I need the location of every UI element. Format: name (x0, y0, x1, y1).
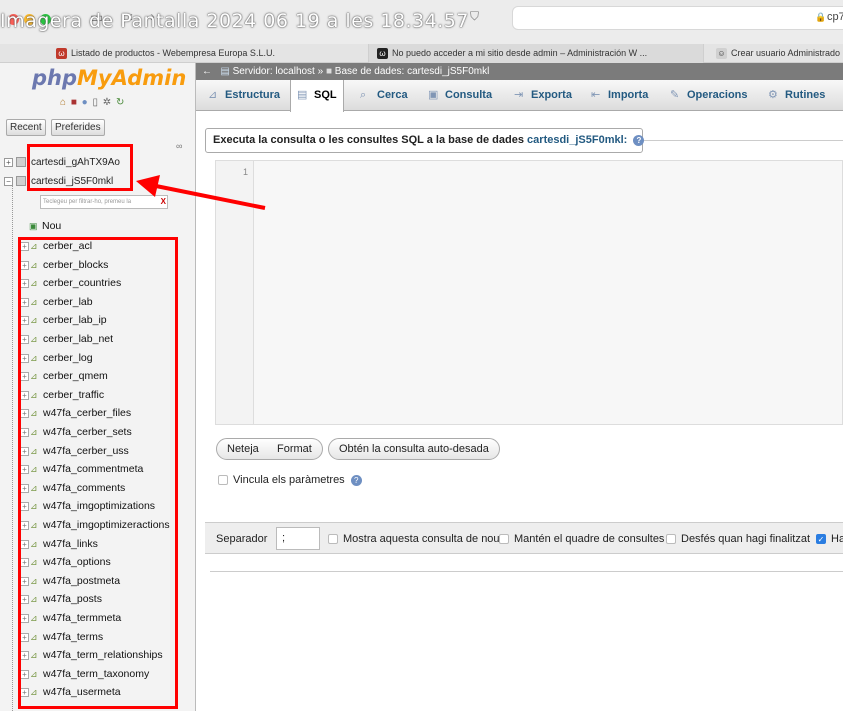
annotation-arrow-head (136, 175, 160, 197)
annotation-arrow (136, 175, 266, 210)
annotation-arrow-shaft (155, 184, 266, 210)
